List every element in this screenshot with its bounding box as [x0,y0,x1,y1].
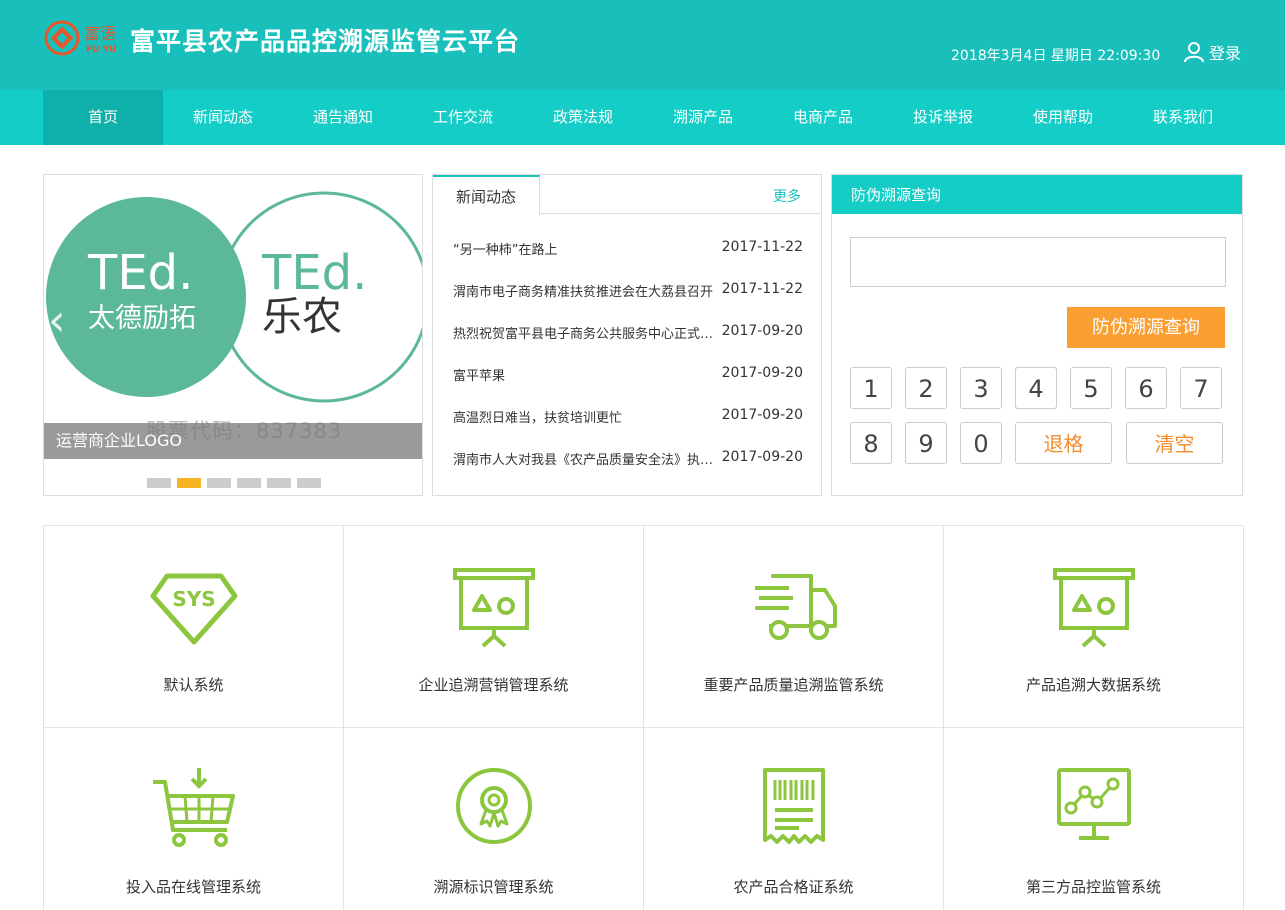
system-card-third-party[interactable]: 第三方品控监管系统 [944,728,1244,910]
news-date: 2017-09-20 [721,323,803,339]
keypad-key-0[interactable]: 0 [960,422,1002,464]
trace-query-title: 防伪溯源查询 [832,175,1242,214]
main-nav: 首页 新闻动态 通告通知 工作交流 政策法规 溯源产品 电商产品 投诉举报 使用… [0,90,1285,145]
banner-dot[interactable] [147,478,171,488]
brand-left-cn: 太德励拓 [88,303,196,334]
news-list-item[interactable]: 渭南市人大对我县《农产品质量安全法》执法检查 2017-09-20 [453,449,803,469]
trace-query-button[interactable]: 防伪溯源查询 [1067,307,1225,348]
news-date: 2017-11-22 [721,239,803,255]
keypad-clear-button[interactable]: 清空 [1126,422,1223,464]
system-card-trace-label[interactable]: 溯源标识管理系统 [344,728,644,910]
news-list-item[interactable]: 热烈祝贺富平县电子商务公共服务中心正式运营 2017-09-20 [453,323,803,343]
keypad-backspace-button[interactable]: 退格 [1015,422,1112,464]
banner-dot[interactable] [297,478,321,488]
news-title: 富平苹果 [453,369,506,384]
system-card-quality-trace[interactable]: 重要产品质量追溯监管系统 [644,526,944,728]
site-title: 富平县农产品品控溯源监管云平台 [130,27,521,56]
system-card-default[interactable]: SYS 默认系统 [44,526,344,728]
system-label: 农产品合格证系统 [733,878,854,896]
trace-query-panel: 防伪溯源查询 防伪溯源查询 1 2 3 4 5 6 7 8 9 0 退格 清空 [831,174,1243,496]
nav-item-complaints[interactable]: 投诉举报 [883,90,1003,145]
system-card-certificate[interactable]: 农产品合格证系统 [644,728,944,910]
keypad-key-1[interactable]: 1 [850,367,892,409]
login-label: 登录 [1209,44,1242,63]
banner-prev-arrow-icon[interactable]: ‹ [48,295,66,346]
nav-item-home[interactable]: 首页 [43,90,163,145]
news-title: “另一种柿”在路上 [453,243,558,258]
brand-right-en: TEd. [261,245,367,301]
line-chart-monitor-icon [1057,768,1131,840]
logo-text-cn: 富语 [84,24,116,43]
keypad-key-5[interactable]: 5 [1070,367,1112,409]
trace-code-input[interactable] [850,237,1226,287]
system-card-big-data[interactable]: 产品追溯大数据系统 [944,526,1244,728]
system-label: 溯源标识管理系统 [433,878,554,896]
news-date: 2017-09-20 [721,365,803,381]
delivery-truck-icon [755,574,837,640]
site-logo[interactable]: 富语 FU YU [44,18,126,58]
svg-text:SYS: SYS [172,587,215,611]
news-list-item[interactable]: 富平苹果 2017-09-20 [453,365,803,385]
nav-item-news[interactable]: 新闻动态 [163,90,283,145]
banner-carousel[interactable]: TEd. 太德励拓 TEd. 乐农 股票代码：837383 运营商企业LOGO … [43,174,423,496]
system-card-enterprise-marketing[interactable]: 企业追溯营销管理系统 [344,526,644,728]
news-panel: 新闻动态 更多 “另一种柿”在路上 2017-11-22 渭南市电子商务精准扶贫… [432,174,822,496]
keypad-key-9[interactable]: 9 [905,422,947,464]
keypad-key-2[interactable]: 2 [905,367,947,409]
systems-grid: SYS 默认系统 企业追溯营销管理系统 重要产品质量追溯监管系统 产品追溯大数据… [43,525,1244,910]
keypad-key-4[interactable]: 4 [1015,367,1057,409]
nav-item-help[interactable]: 使用帮助 [1003,90,1123,145]
banner-dot[interactable] [267,478,291,488]
system-card-inputs-online[interactable]: 投入品在线管理系统 [44,728,344,910]
sys-diamond-icon: SYS [150,573,238,645]
banner-dot[interactable] [237,478,261,488]
nav-item-contact[interactable]: 联系我们 [1123,90,1243,145]
news-list-item[interactable]: “另一种柿”在路上 2017-11-22 [453,239,803,259]
system-label: 重要产品质量追溯监管系统 [703,676,884,694]
user-icon [1184,42,1204,63]
login-button[interactable]: 登录 [1183,40,1241,64]
news-title: 渭南市电子商务精准扶贫推进会在大荔县召开 [453,285,714,300]
news-date: 2017-09-20 [721,407,803,423]
tab-news[interactable]: 新闻动态 [433,175,540,215]
news-date: 2017-09-20 [721,449,803,465]
nav-item-trace-products[interactable]: 溯源产品 [643,90,763,145]
system-label: 默认系统 [163,676,224,694]
barcode-receipt-icon [763,768,825,844]
banner-pagination [147,478,327,488]
banner-dot-active[interactable] [177,478,201,488]
keypad-key-7[interactable]: 7 [1180,367,1222,409]
logo-text-en: FU YU [86,45,116,55]
news-title: 高温烈日难当，扶贫培训更忙 [453,411,623,426]
current-datetime: 2018年3月4日 星期日 22:09:30 [951,48,1161,64]
system-label: 第三方品控监管系统 [1025,878,1161,896]
nav-item-work-exchange[interactable]: 工作交流 [403,90,523,145]
nav-item-notices[interactable]: 通告通知 [283,90,403,145]
system-label: 投入品在线管理系统 [125,878,261,896]
site-header: 富语 FU YU 富平县农产品品控溯源监管云平台 2018年3月4日 星期日 2… [0,0,1285,90]
brand-right-cn: 乐农 [262,294,342,340]
keypad-key-8[interactable]: 8 [850,422,892,464]
system-label: 企业追溯营销管理系统 [418,676,569,694]
news-more-link[interactable]: 更多 [773,186,801,206]
news-list-item[interactable]: 高温烈日难当，扶贫培训更忙 2017-09-20 [453,407,803,427]
system-label: 产品追溯大数据系统 [1025,676,1161,694]
presentation-board-icon [1053,568,1135,648]
news-list-item[interactable]: 渭南市电子商务精准扶贫推进会在大荔县召开 2017-11-22 [453,281,803,301]
shopping-cart-icon [153,768,235,847]
news-title: 渭南市人大对我县《农产品质量安全法》执法检查 [453,453,715,468]
banner-caption: 运营商企业LOGO [44,423,422,459]
nav-item-policy[interactable]: 政策法规 [523,90,643,145]
keypad-key-6[interactable]: 6 [1125,367,1167,409]
news-date: 2017-11-22 [721,281,803,297]
news-title: 热烈祝贺富平县电子商务公共服务中心正式运营 [453,327,715,342]
brand-left-en: TEd. [87,245,193,301]
news-tabbar: 新闻动态 更多 [433,175,821,215]
award-badge-icon [456,768,532,844]
presentation-board-icon [453,568,535,648]
keypad-key-3[interactable]: 3 [960,367,1002,409]
banner-dot[interactable] [207,478,231,488]
nav-item-ecommerce[interactable]: 电商产品 [763,90,883,145]
